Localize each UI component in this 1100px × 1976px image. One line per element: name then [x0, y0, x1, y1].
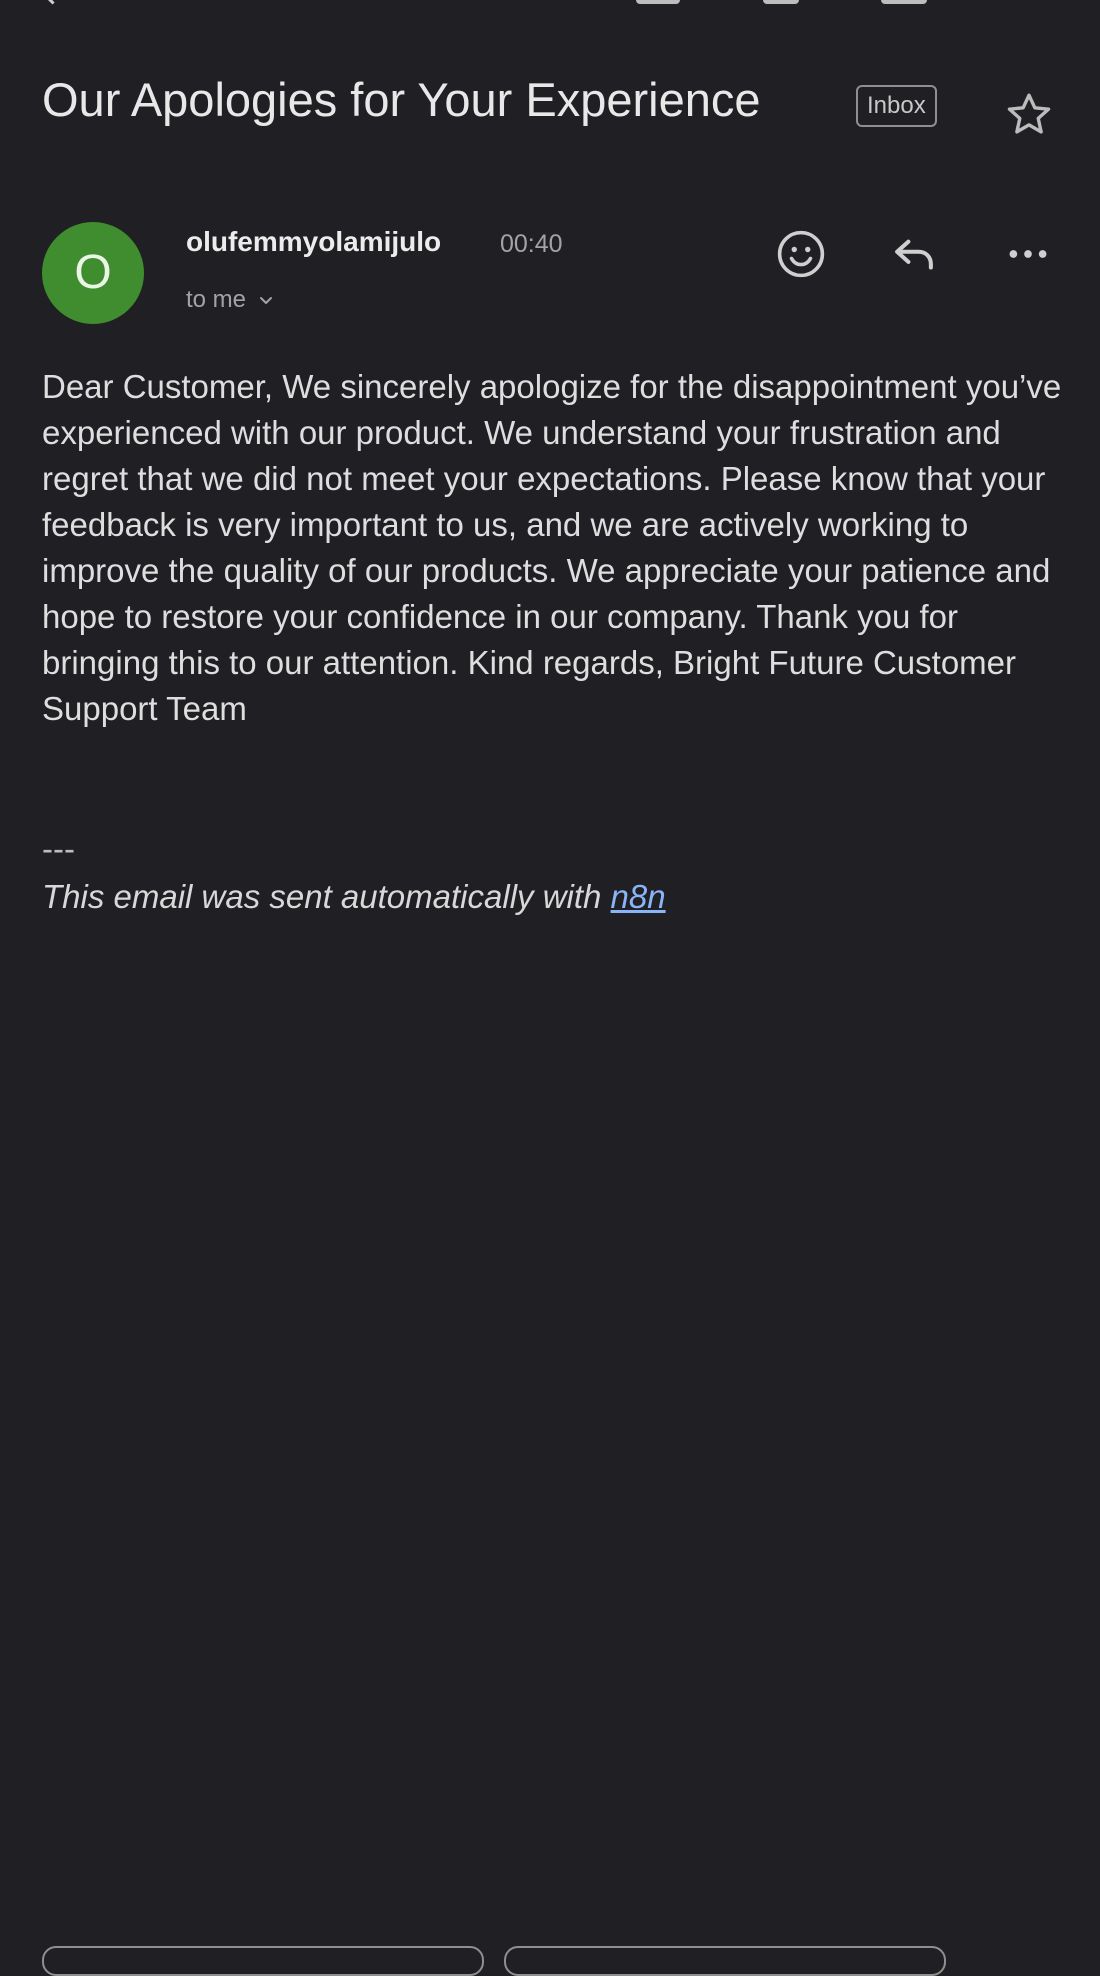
sender-row: O olufemmyolamijulo 00:40 to me: [42, 222, 1070, 326]
reply-action-button[interactable]: [42, 1946, 484, 1976]
inbox-label-chip[interactable]: Inbox: [856, 85, 937, 127]
sent-time: 00:40: [500, 230, 563, 258]
email-subject: Our Apologies for Your Experience: [42, 73, 761, 126]
star-icon: [1007, 93, 1051, 134]
star-button[interactable]: [1002, 88, 1056, 142]
n8n-link[interactable]: n8n: [611, 878, 666, 915]
emoji-reaction-icon: [777, 230, 825, 278]
archive-icon[interactable]: [636, 0, 680, 4]
subject-row: Our Apologies for Your Experience Inbox: [42, 70, 1070, 140]
more-options-button[interactable]: [996, 222, 1060, 286]
automation-footer: This email was sent automatically with n…: [42, 874, 666, 920]
more-options-icon: [1009, 250, 1047, 258]
footer-text: This email was sent automatically with: [42, 878, 611, 915]
chevron-down-icon: [260, 297, 273, 304]
email-body: Dear Customer, We sincerely apologize fo…: [42, 368, 1062, 727]
top-toolbar: [0, 0, 1100, 10]
emoji-reaction-button[interactable]: [769, 222, 833, 286]
mail-icon[interactable]: [881, 0, 927, 4]
recipient-toggle[interactable]: to me: [186, 282, 276, 318]
signature-separator: ---: [42, 830, 75, 867]
back-arrow-icon[interactable]: [40, 0, 65, 5]
delete-icon[interactable]: [763, 0, 799, 4]
forward-action-button[interactable]: [504, 1946, 946, 1976]
reply-icon: [895, 239, 933, 270]
reply-button[interactable]: [882, 222, 946, 286]
recipient-label: to me: [186, 286, 247, 313]
sender-name: olufemmyolamijulo: [186, 226, 442, 257]
avatar[interactable]: O: [42, 222, 144, 324]
